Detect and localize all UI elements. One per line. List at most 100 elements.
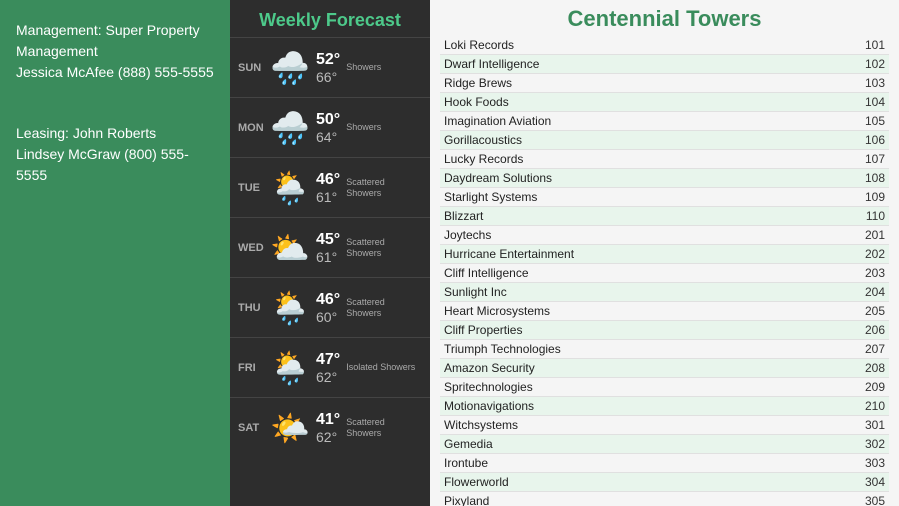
day-label: THU [238,302,266,314]
right-panel: Centennial Towers Loki Records101 Dwarf I… [430,0,899,506]
temps: 47°62° [316,351,340,385]
tenant-row: Triumph Technologies207 [440,340,889,359]
tenant-name: Joytechs [444,228,491,242]
condition-label: Isolated Showers [346,362,415,373]
temp-high: 45° [316,231,340,249]
temp-high: 50° [316,111,340,129]
condition-label: Scattered Showers [346,177,385,199]
weather-icon: 🌧️ [266,109,314,147]
forecast-panel: Weekly Forecast SUN🌧️52°66°ShowersMON🌧️5… [230,0,430,506]
tenant-unit: 102 [855,57,885,71]
tenant-name: Ridge Brews [444,76,512,90]
tenant-unit: 207 [855,342,885,356]
day-label: TUE [238,182,266,194]
tenant-unit: 203 [855,266,885,280]
tenant-name: Daydream Solutions [444,171,552,185]
tenant-name: Spritechnologies [444,380,533,394]
tenant-row: Irontube303 [440,454,889,473]
tenant-name: Lucky Records [444,152,523,166]
forecast-day-row: THU🌦️46°60°Scattered Showers [230,277,430,337]
tenant-unit: 105 [855,114,885,128]
tenant-name: Gemedia [444,437,493,451]
tenant-row: Daydream Solutions108 [440,169,889,188]
condition-label: Showers [346,62,381,73]
weather-icon: 🌦️ [266,169,314,207]
tenant-unit: 201 [855,228,885,242]
day-label: SAT [238,422,266,434]
tenant-row: Witchsystems301 [440,416,889,435]
tenant-row: Lucky Records107 [440,150,889,169]
tenant-unit: 303 [855,456,885,470]
tenant-unit: 205 [855,304,885,318]
weather-icon: 🌧️ [266,49,314,87]
tenant-unit: 305 [855,494,885,506]
day-label: SUN [238,62,266,74]
temp-low: 61° [316,189,337,205]
tenant-unit: 302 [855,437,885,451]
temp-high: 47° [316,351,340,369]
tenant-name: Motionavigations [444,399,534,413]
temp-low: 61° [316,249,337,265]
temp-high: 52° [316,51,340,69]
forecast-day-row: TUE🌦️46°61° Scattered Showers [230,157,430,217]
condition-label: Scattered Showers [346,237,385,259]
temp-low: 60° [316,309,337,325]
tenant-name: Dwarf Intelligence [444,57,539,71]
tenant-unit: 106 [855,133,885,147]
tenant-unit: 209 [855,380,885,394]
building-title: Centennial Towers [430,0,899,36]
temp-low: 62° [316,429,337,445]
tenant-unit: 206 [855,323,885,337]
tenant-row: Flowerworld 304 [440,473,889,492]
tenant-row: Joytechs 201 [440,226,889,245]
weather-icon: 🌤️ [266,409,314,447]
tenant-name: Heart Microsystems [444,304,550,318]
temps: 52°66° [316,51,340,85]
management-block: Management: Super Property Management Je… [16,20,214,83]
forecast-rows: SUN🌧️52°66°ShowersMON🌧️50°64°ShowersTUE🌦… [230,37,430,457]
tenant-name: Amazon Security [444,361,535,375]
tenant-unit: 304 [855,475,885,489]
tenant-row: Ridge Brews103 [440,74,889,93]
condition-label: Showers [346,122,381,133]
tenant-row: Cliff Properties206 [440,321,889,340]
tenant-unit: 110 [855,209,885,223]
forecast-day-row: MON🌧️50°64° Showers [230,97,430,157]
tenant-unit: 202 [855,247,885,261]
leasing-block: Leasing: John Roberts Lindsey McGraw (80… [16,123,214,186]
temps: 46°60° [316,291,340,325]
day-label: MON [238,122,266,134]
tenant-name: Hook Foods [444,95,509,109]
tenant-name: Pixyland [444,494,489,506]
tenant-name: Sunlight Inc [444,285,507,299]
temps: 45°61° [316,231,340,265]
forecast-title: Weekly Forecast [259,0,401,37]
tenant-unit: 208 [855,361,885,375]
day-label: WED [238,242,266,254]
tenant-list: Loki Records101 Dwarf Intelligence 102 Ridg… [430,36,899,506]
tenant-row: Blizzart 110 [440,207,889,226]
forecast-day-row: SAT🌤️41°62° Scattered Showers [230,397,430,457]
temp-low: 64° [316,129,337,145]
temp-high: 46° [316,171,340,189]
tenant-row: Pixyland 305 [440,492,889,506]
tenant-name: Flowerworld [444,475,509,489]
tenant-row: Hurricane Entertainment 202 [440,245,889,264]
temps: 41°62° [316,411,340,445]
temps: 46°61° [316,171,340,205]
tenant-name: Starlight Systems [444,190,537,204]
tenant-unit: 104 [855,95,885,109]
condition-label: Scattered Showers [346,297,385,319]
tenant-unit: 204 [855,285,885,299]
tenant-name: Hurricane Entertainment [444,247,574,261]
tenant-name: Blizzart [444,209,483,223]
management-contact: Jessica McAfee (888) 555-5555 [16,64,214,80]
tenant-unit: 101 [855,38,885,52]
weather-icon: 🌦️ [266,349,314,387]
condition-label: Scattered Showers [346,417,385,439]
tenant-name: Imagination Aviation [444,114,551,128]
tenant-row: Loki Records101 [440,36,889,55]
tenant-row: Hook Foods 104 [440,93,889,112]
tenant-unit: 210 [855,399,885,413]
forecast-day-row: WED⛅45°61°Scattered Showers [230,217,430,277]
